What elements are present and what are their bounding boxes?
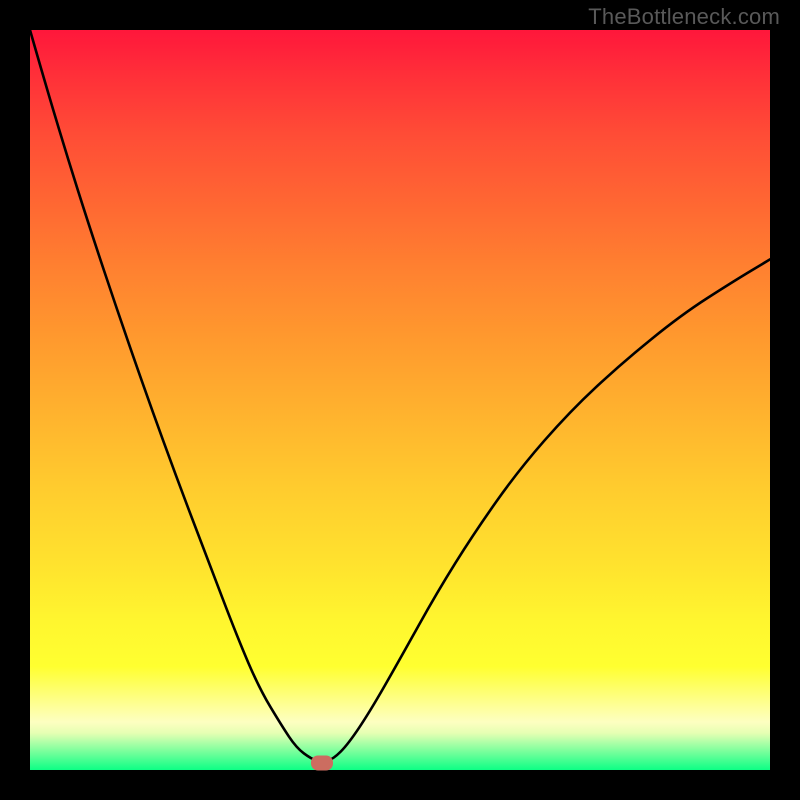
curve-svg	[30, 30, 770, 770]
plot-area	[30, 30, 770, 770]
watermark-text: TheBottleneck.com	[588, 4, 780, 30]
optimal-point-marker	[311, 755, 333, 770]
bottleneck-curve	[30, 30, 770, 762]
chart-container: TheBottleneck.com	[0, 0, 800, 800]
